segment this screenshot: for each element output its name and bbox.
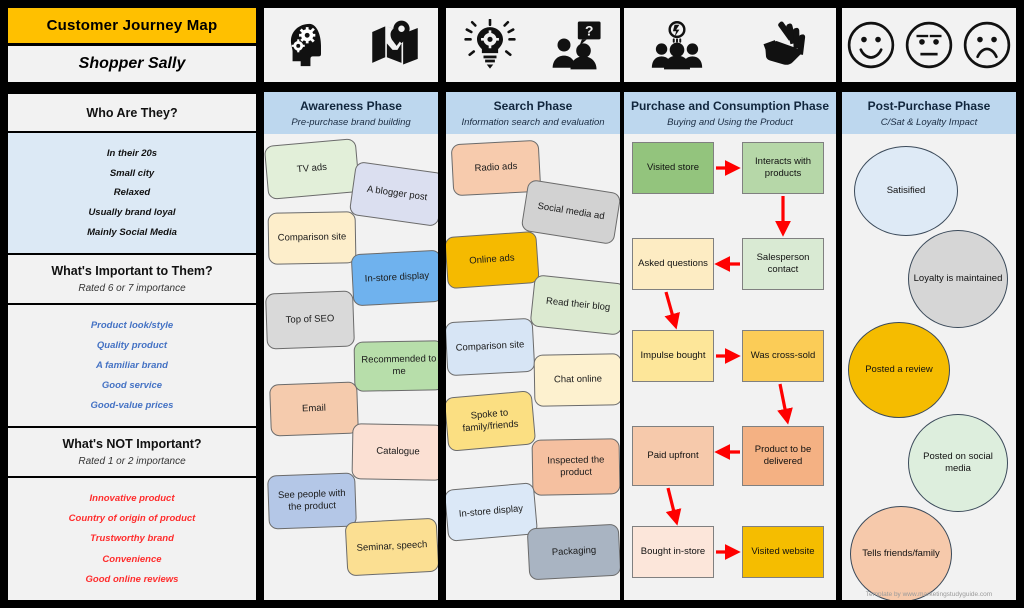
neutral-face-icon [904,20,954,70]
column-body-awareness: TV ads A blogger post Comparison site In… [264,134,438,600]
sticky-note[interactable]: See people with the product [267,472,357,530]
sticky-note[interactable]: Seminar, speech [344,517,438,577]
lightbulb-gear-icon [463,19,516,71]
svg-text:?: ? [584,22,592,38]
column-search: Search Phase Information search and eval… [446,92,620,600]
list-item: Good online reviews [85,573,179,585]
sticky-note[interactable]: In-store display [446,482,539,542]
column-subtitle: C/Sat & Loyalty Impact [880,116,978,128]
list-item: Convenience [102,553,162,565]
column-header-purchase: Purchase and Consumption Phase Buying an… [624,92,836,135]
list-item: Good service [101,380,163,391]
sticky-note[interactable]: In-store display [350,249,438,307]
column-awareness: Awareness Phase Pre-purchase brand build… [264,92,438,600]
sidebar-list-important: Product look/style Quality product A fam… [8,305,256,426]
journey-map-canvas: Customer Journey Map Shopper Sally ? Who… [0,0,1024,608]
icon-strip-search: ? [446,8,620,82]
list-item: Product look/style [90,320,174,331]
column-title: Post-Purchase Phase [867,98,991,113]
icon-strip-post-purchase [842,8,1016,82]
sidebar-heading-not-important: What's NOT Important? Rated 1 or 2 impor… [8,428,256,476]
list-item: A familiar brand [96,360,168,371]
list-item: Innovative product [89,493,175,505]
sad-face-icon [962,20,1012,70]
list-item: Relaxed [113,187,151,199]
list-item: Small city [109,167,155,179]
sticky-note[interactable]: Comparison site [267,211,357,265]
outcome-circle[interactable]: Satisified [854,146,958,236]
outcome-circle[interactable]: Loyalty is maintained [908,230,1008,328]
sticky-note[interactable]: Online ads [446,230,540,290]
column-header-search: Search Phase Information search and eval… [446,92,620,135]
list-item: In their 20s [106,147,158,159]
sticky-note[interactable]: Recommended to me [353,340,438,392]
hand-reach-icon [757,19,809,71]
column-header-awareness: Awareness Phase Pre-purchase brand build… [264,92,438,135]
head-gears-icon [282,19,334,71]
important-heading-text: What's Important to Them? [51,264,213,278]
outcome-circle[interactable]: Posted a review [848,322,950,418]
column-body-purchase: Visited store Interacts with products As… [624,134,836,600]
sidebar-list-who: In their 20s Small city Relaxed Usually … [8,133,256,253]
list-item: Good-value prices [90,400,174,411]
sticky-note[interactable]: TV ads [264,138,361,200]
column-post-purchase: Post-Purchase Phase C/Sat & Loyalty Impa… [842,92,1016,600]
column-title: Awareness Phase [300,98,402,113]
sticky-note[interactable]: A blogger post [348,160,438,228]
sticky-note[interactable]: Catalogue [351,423,438,481]
outcome-circle[interactable]: Posted on social media [908,414,1008,512]
column-subtitle: Buying and Using the Product [667,116,793,128]
persona-name: Shopper Sally [8,46,256,82]
sticky-note[interactable]: Read their blog [529,274,620,336]
column-purchase: Purchase and Consumption Phase Buying an… [624,92,836,600]
outcome-circle[interactable]: Tells friends/family [850,506,952,600]
list-item: Quality product [96,340,168,351]
not-important-heading-text: What's NOT Important? [62,437,202,451]
sticky-note[interactable]: Inspected the product [531,438,620,496]
sticky-note[interactable]: Chat online [533,353,620,407]
who-heading-text: Who Are They? [86,105,178,120]
column-title: Purchase and Consumption Phase [630,98,830,113]
list-item: Country of origin of product [68,513,196,525]
sticky-note[interactable]: Email [269,381,359,437]
column-title: Search Phase [493,98,573,113]
not-important-subheading-text: Rated 1 or 2 importance [78,456,186,467]
icon-strip-purchase [624,8,836,82]
list-item: Trustworthy brand [90,533,174,545]
important-subheading-text: Rated 6 or 7 importance [78,283,186,294]
page-title: Customer Journey Map [8,8,256,43]
sticky-note[interactable]: Top of SEO [265,290,355,350]
column-body-search: Radio ads Social media ad Online ads Rea… [446,134,620,600]
group-idea-icon [651,19,703,71]
icon-strip-awareness [264,8,438,82]
people-question-icon: ? [551,19,603,71]
column-subtitle: Pre-purchase brand building [291,116,411,128]
column-subtitle: Information search and evaluation [461,116,605,128]
sticky-note[interactable]: Packaging [526,523,620,581]
sidebar-heading-who: Who Are They? [8,94,256,131]
sidebar-list-not-important: Innovative product Country of origin of … [8,478,256,600]
sidebar-heading-important: What's Important to Them? Rated 6 or 7 i… [8,255,256,303]
column-body-post-purchase: Satisified Loyalty is maintained Posted … [842,134,1016,600]
sticky-note[interactable]: Spoke to family/friends [446,390,537,452]
template-credit: Template by www.marketingstudyguide.com [865,591,993,598]
flow-arrows [664,160,793,560]
list-item: Mainly Social Media [87,227,177,239]
happy-face-icon [846,20,896,70]
column-header-post-purchase: Post-Purchase Phase C/Sat & Loyalty Impa… [842,92,1016,135]
map-pin-icon [369,19,421,71]
list-item: Usually brand loyal [88,207,176,219]
sticky-note[interactable]: Comparison site [446,317,536,377]
